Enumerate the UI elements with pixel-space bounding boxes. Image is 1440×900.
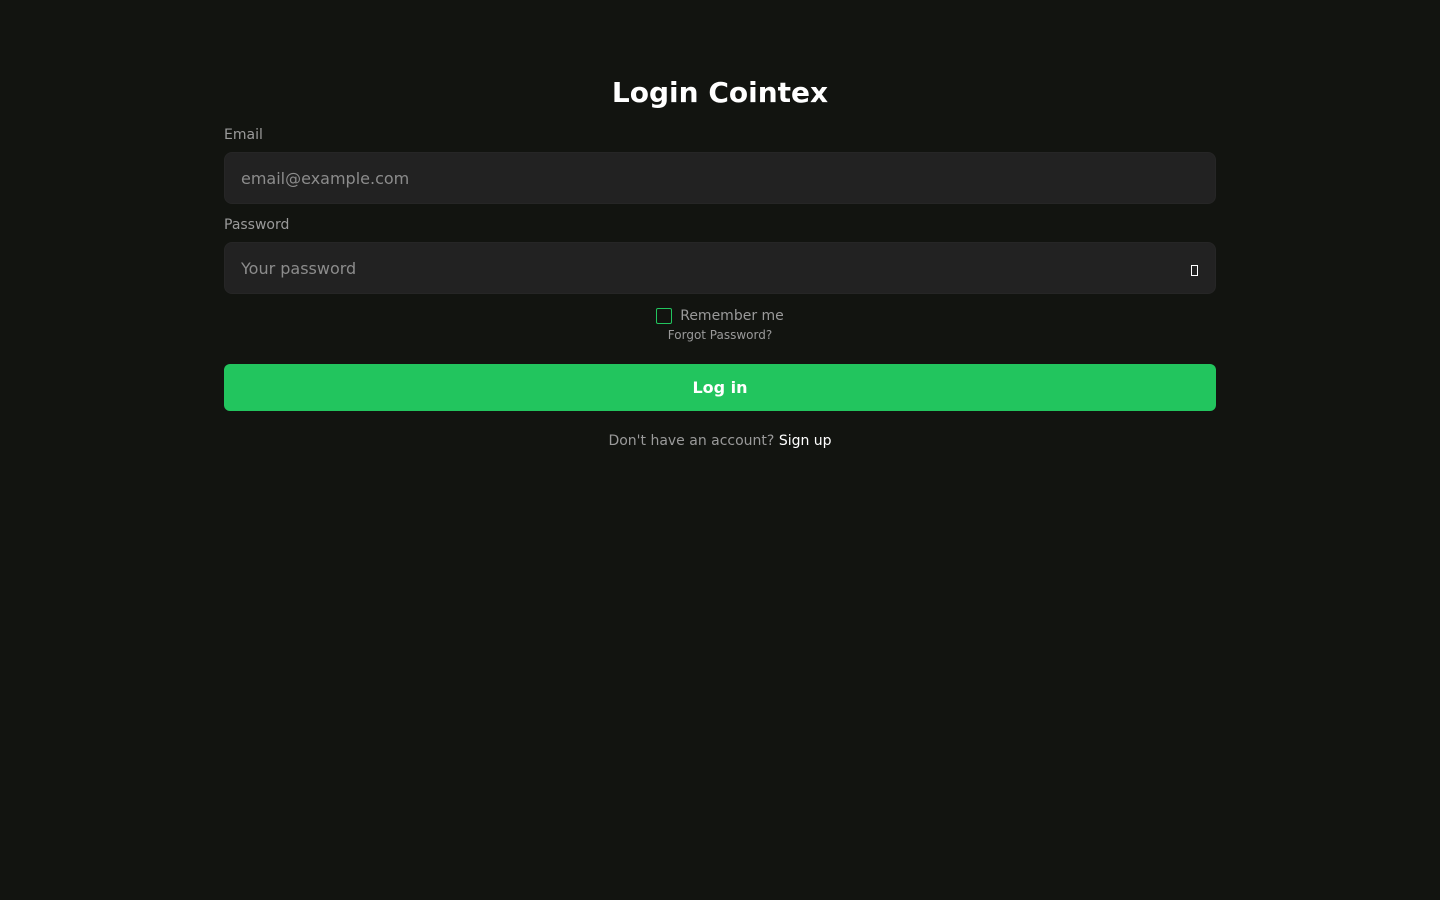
remember-checkbox[interactable] (656, 308, 673, 324)
eye-icon (1190, 264, 1198, 276)
forgot-password-link[interactable]: Forgot Password? (224, 328, 1216, 343)
remember-row: Remember me (224, 308, 1216, 324)
password-visibility-toggle[interactable] (1187, 258, 1201, 278)
remember-label: Remember me (680, 308, 784, 324)
email-label: Email (224, 127, 263, 143)
signup-link[interactable]: Sign up (779, 433, 832, 449)
email-field-wrapper (224, 152, 1216, 204)
password-input[interactable] (225, 243, 1215, 293)
login-button[interactable]: Log in (224, 364, 1216, 411)
page-title: Login Cointex (611, 76, 829, 109)
login-page: Login Cointex Email Password Remember me… (0, 0, 1440, 900)
signup-prompt: Don't have an account? (608, 433, 779, 449)
signup-row: Don't have an account? Sign up (224, 432, 1216, 450)
login-form: Login Cointex Email Password Remember me… (224, 70, 1216, 450)
email-input[interactable] (225, 153, 1215, 203)
password-field-wrapper (224, 242, 1216, 294)
password-label: Password (224, 217, 290, 233)
